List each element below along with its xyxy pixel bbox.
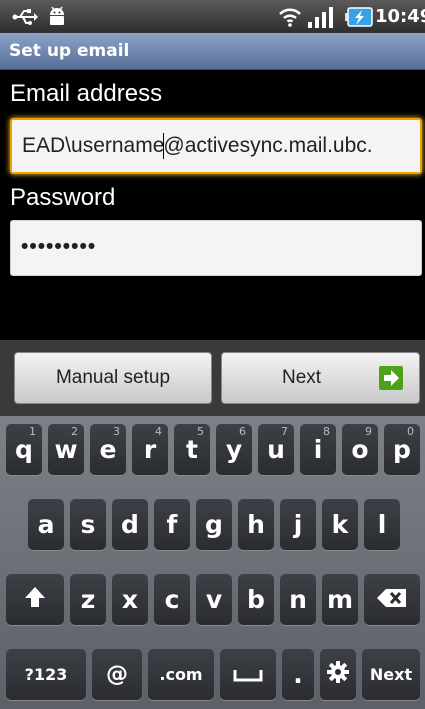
at-key[interactable]: @: [92, 649, 142, 700]
dotcom-key[interactable]: .com: [148, 649, 214, 700]
manual-setup-label: Manual setup: [55, 367, 171, 388]
key-q[interactable]: 1q: [6, 424, 42, 475]
email-field[interactable]: EAD\username@activesync.mail.ubc.: [10, 118, 422, 174]
space-key[interactable]: [220, 649, 276, 700]
next-key[interactable]: Next: [362, 649, 420, 700]
email-value: EAD\username@activesync.mail.ubc.: [22, 120, 422, 172]
space-icon: [233, 660, 263, 689]
gear-icon: [327, 660, 349, 689]
key-x[interactable]: x: [112, 574, 148, 625]
key-a[interactable]: a: [28, 499, 64, 550]
key-n[interactable]: n: [280, 574, 316, 625]
android-debug-icon: [42, 0, 72, 33]
page-title: Set up email: [9, 41, 130, 61]
period-key[interactable]: .: [282, 649, 314, 700]
backspace-icon: [377, 585, 407, 614]
password-value: •••••••••: [21, 235, 97, 258]
shift-icon: [24, 585, 46, 615]
manual-setup-button[interactable]: Manual setup: [14, 352, 212, 404]
key-y[interactable]: 6y: [216, 424, 252, 475]
next-label: Next: [282, 367, 322, 388]
password-label: Password: [10, 184, 116, 211]
battery-charging-icon: [343, 0, 375, 33]
key-s[interactable]: s: [70, 499, 106, 550]
email-label: Email address: [10, 80, 163, 107]
email-value-before-cursor: EAD\username: [22, 134, 165, 157]
key-o[interactable]: 9o: [342, 424, 378, 475]
key-e[interactable]: 3e: [90, 424, 126, 475]
key-r[interactable]: 4r: [132, 424, 168, 475]
title-bar: Set up email: [0, 33, 425, 70]
key-j[interactable]: j: [280, 499, 316, 550]
key-k[interactable]: k: [322, 499, 358, 550]
shift-key[interactable]: [6, 574, 64, 625]
email-value-after-cursor: @activesync.mail.ubc.: [163, 134, 373, 157]
key-c[interactable]: c: [154, 574, 190, 625]
key-l[interactable]: l: [364, 499, 400, 550]
key-m[interactable]: m: [322, 574, 358, 625]
usb-icon: [10, 0, 40, 33]
key-u[interactable]: 7u: [258, 424, 294, 475]
key-w[interactable]: 2w: [48, 424, 84, 475]
key-v[interactable]: v: [196, 574, 232, 625]
key-i[interactable]: 8i: [300, 424, 336, 475]
symbols-key[interactable]: ?123: [6, 649, 86, 700]
backspace-key[interactable]: [364, 574, 420, 625]
key-d[interactable]: d: [112, 499, 148, 550]
key-f[interactable]: f: [154, 499, 190, 550]
key-z[interactable]: z: [70, 574, 106, 625]
settings-key[interactable]: [320, 649, 356, 700]
key-g[interactable]: g: [196, 499, 232, 550]
key-b[interactable]: b: [238, 574, 274, 625]
wifi-icon: [276, 0, 304, 33]
key-t[interactable]: 5t: [174, 424, 210, 475]
button-bar: Manual setup Next: [0, 340, 425, 416]
signal-icon: [305, 0, 339, 33]
key-h[interactable]: h: [238, 499, 274, 550]
next-arrow-icon: [379, 366, 403, 390]
status-bar: 10:49: [0, 0, 425, 33]
key-p[interactable]: 0p: [384, 424, 420, 475]
password-field[interactable]: •••••••••: [10, 220, 422, 276]
next-button[interactable]: Next: [221, 352, 420, 404]
on-screen-keyboard: 1q 2w 3e 4r 5t 6y 7u 8i 9o 0p a s d f g …: [0, 416, 425, 709]
clock-time: 10:49: [375, 6, 425, 27]
